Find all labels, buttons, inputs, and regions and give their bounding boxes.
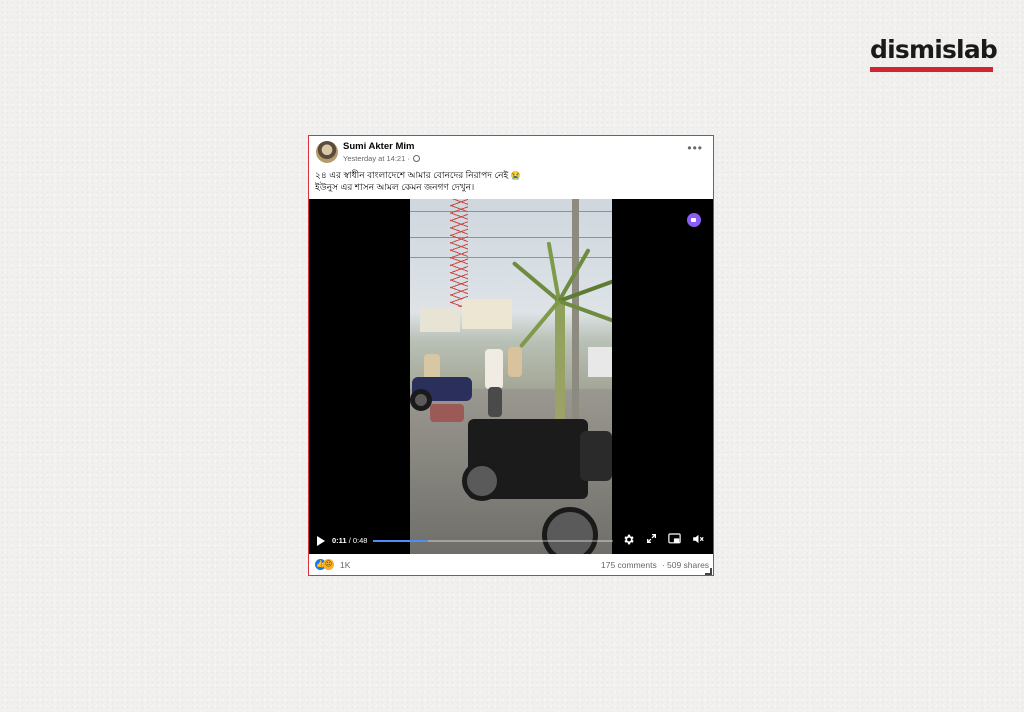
progress-bar[interactable]	[373, 540, 613, 542]
globe-icon	[412, 155, 420, 162]
sad-icon: ☹	[323, 559, 334, 570]
avatar[interactable]	[316, 141, 338, 163]
brand-name: dismislab	[870, 35, 998, 64]
brand-underline	[870, 67, 993, 72]
reactions[interactable]: 👍 ☹	[315, 559, 334, 570]
footer-separator: ·	[662, 560, 665, 570]
video-camera-icon	[687, 213, 701, 227]
more-options-icon[interactable]: •••	[687, 142, 703, 154]
settings-icon[interactable]	[621, 533, 635, 547]
reaction-count[interactable]: 1K	[340, 560, 350, 570]
meta-separator: ·	[407, 154, 410, 163]
comments-count[interactable]: 175 comments	[601, 560, 657, 570]
post-timestamp[interactable]: Yesterday at 14:21	[343, 154, 405, 163]
caption-line-1: ২৪ এর স্বাধীন বাংলাদেশে আমার বোনদের নিরা…	[315, 170, 509, 180]
post-header: Sumi Akter Mim Yesterday at 14:21 · •••	[309, 136, 713, 168]
volume-icon[interactable]	[691, 533, 705, 547]
fullscreen-icon[interactable]	[644, 533, 658, 547]
transmission-tower	[450, 199, 468, 309]
video-time: 0:11 / 0:48	[332, 536, 367, 545]
picture-in-picture-icon[interactable]	[667, 533, 681, 547]
total-time: / 0:48	[346, 536, 368, 545]
video-player[interactable]: 0:11 / 0:48	[309, 199, 713, 554]
dismislab-logo: dismislab	[870, 35, 998, 72]
resize-handle-icon[interactable]	[705, 568, 712, 575]
post-caption: ২৪ এর স্বাধীন বাংলাদেশে আমার বোনদের নিরা…	[315, 170, 521, 193]
video-controls: 0:11 / 0:48	[309, 529, 713, 554]
palm-tree	[511, 239, 612, 449]
post-footer: 👍 ☹ 1K 175 comments · 509 shares	[309, 554, 713, 576]
crying-emoji-icon: 😭	[510, 171, 521, 180]
current-time: 0:11	[332, 536, 347, 545]
play-icon[interactable]	[317, 536, 325, 546]
facebook-post: Sumi Akter Mim Yesterday at 14:21 · ••• …	[308, 135, 714, 576]
author-name[interactable]: Sumi Akter Mim	[343, 141, 414, 152]
progress-fill	[373, 540, 429, 542]
caption-line-2: ইউনুস এর শাসন আমল কেমন জনগণ দেখুন।	[315, 181, 475, 192]
video-frame	[410, 199, 612, 554]
post-meta: Yesterday at 14:21 ·	[343, 154, 420, 163]
